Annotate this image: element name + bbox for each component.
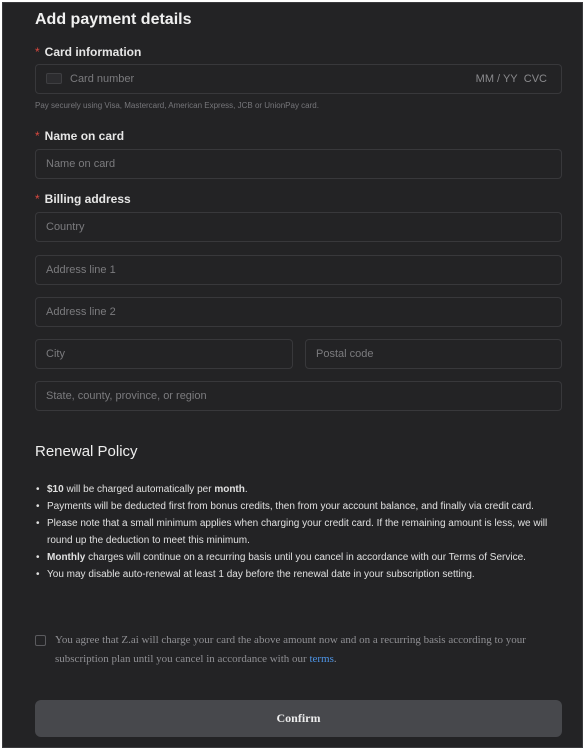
card-information-label: * Card information	[35, 45, 142, 59]
renewal-policy-title: Renewal Policy	[35, 443, 138, 460]
required-marker: *	[35, 129, 40, 143]
state-region-input[interactable]: State, county, province, or region	[35, 381, 562, 411]
card-hint: Pay securely using Visa, Mastercard, Ame…	[35, 101, 319, 110]
payment-dialog: Add payment details * Card information Ca…	[2, 2, 583, 748]
renewal-policy-list: $10 will be charged automatically per mo…	[35, 481, 565, 583]
country-select[interactable]: Country	[35, 212, 562, 242]
billing-address-label: * Billing address	[35, 192, 131, 206]
card-expiry-cvc[interactable]: MM / YY CVC	[476, 65, 547, 93]
agreement-text: You agree that Z.ai will charge your car…	[55, 634, 526, 665]
list-item: $10 will be charged automatically per mo…	[35, 481, 565, 498]
address-line-2-input[interactable]: Address line 2	[35, 297, 562, 327]
card-number-field[interactable]: Card number MM / YY CVC	[35, 64, 562, 94]
name-on-card-input[interactable]: Name on card	[35, 149, 562, 179]
list-item: Please note that a small minimum applies…	[35, 515, 565, 549]
required-marker: *	[35, 192, 40, 206]
credit-card-icon	[46, 72, 62, 84]
list-item: You may disable auto-renewal at least 1 …	[35, 566, 565, 583]
terms-link[interactable]: terms	[309, 653, 333, 665]
card-number-placeholder: Card number	[70, 73, 135, 85]
address-line-1-input[interactable]: Address line 1	[35, 255, 562, 285]
city-input[interactable]: City	[35, 339, 293, 369]
name-on-card-label: * Name on card	[35, 129, 125, 143]
list-item: Monthly charges will continue on a recur…	[35, 549, 565, 566]
required-marker: *	[35, 45, 40, 59]
agree-checkbox[interactable]	[35, 635, 46, 646]
dialog-title: Add payment details	[35, 11, 192, 28]
list-item: Payments will be deducted first from bon…	[35, 498, 565, 515]
expiry-placeholder[interactable]: MM / YY	[476, 73, 518, 85]
cvc-placeholder[interactable]: CVC	[524, 73, 547, 85]
confirm-button[interactable]: Confirm	[35, 700, 562, 737]
postal-code-input[interactable]: Postal code	[305, 339, 562, 369]
